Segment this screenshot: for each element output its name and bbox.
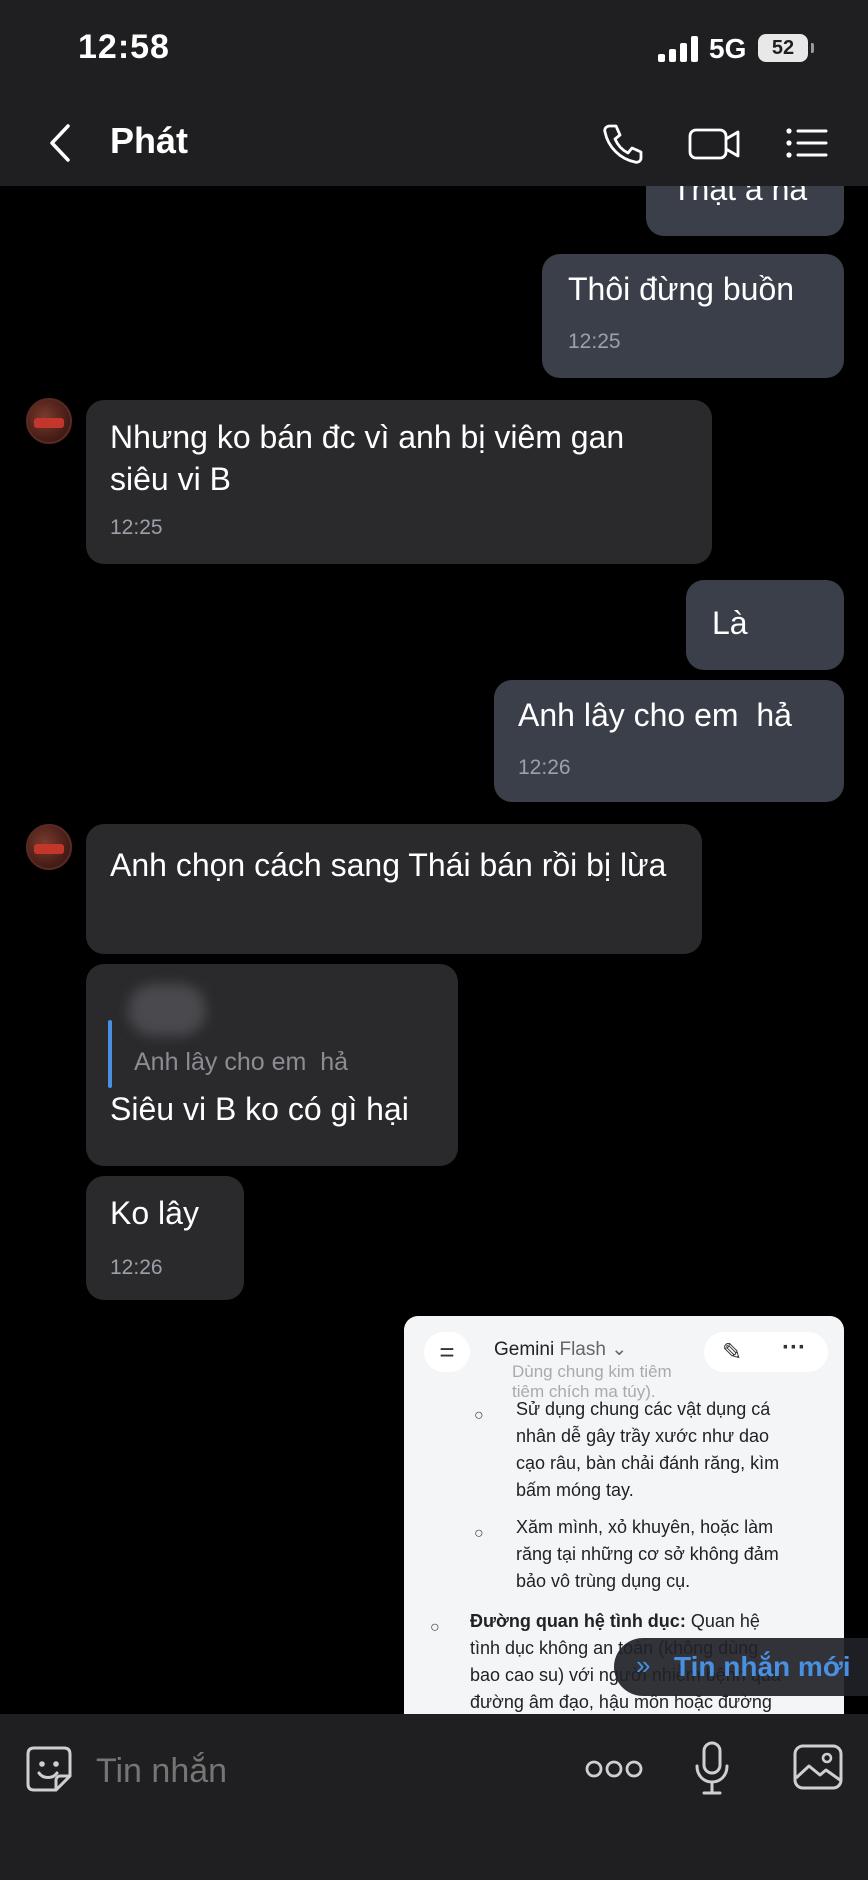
reply-indicator [108,1020,112,1088]
video-icon[interactable] [686,118,744,168]
more-icon[interactable] [584,1754,644,1784]
gemini-toolbar: = Gemini Flash ⌄ ✎ ··· [404,1316,844,1376]
chat-header: Phát [0,100,868,186]
edit-icon: ✎ [722,1339,743,1366]
battery-icon: 52 [758,34,814,62]
double-chevron-down-icon: » [636,1650,651,1680]
bullet-icon: ○ [474,1407,484,1424]
reply-sender-avatar [128,984,206,1036]
bullet-text: Sử dụng chung các vật dụng cá nhân dễ gâ… [516,1399,780,1500]
new-message-button[interactable]: » Tin nhắn mới [614,1638,868,1696]
bullet-text: Xăm mình, xỏ khuyên, hoặc làm răng tại n… [516,1517,779,1591]
bullet-icon: ○ [474,1525,484,1542]
back-icon[interactable] [42,118,78,168]
message-incoming[interactable]: Nhưng ko bán đc vì anh bị viêm gan siêu … [86,400,712,564]
message-input-bar [0,1714,868,1880]
message-list[interactable]: Thật á hả Thôi đừng buồn 12:25 Nhưng ko … [0,186,868,1714]
message-outgoing[interactable]: Là [686,580,844,670]
status-time: 12:58 [78,28,170,66]
signal-icon [658,36,700,62]
avatar[interactable] [26,398,72,444]
message-incoming[interactable]: Anh chọn cách sang Thái bán rồi bị lừa [86,824,702,954]
reply-quote[interactable]: Anh lây cho em hả [134,1048,348,1077]
more-icon: ··· [782,1334,806,1361]
message-incoming-reply[interactable]: Anh lây cho em hả Siêu vi B ko có gì hại [86,964,458,1166]
message-incoming[interactable]: Ko lây 12:26 [86,1176,244,1300]
phone-icon[interactable] [596,118,648,168]
contact-name[interactable]: Phát [110,120,188,162]
message-outgoing[interactable]: Thật á hả [646,186,844,236]
message-outgoing[interactable]: Anh lây cho em hả 12:26 [494,680,844,802]
menu-icon[interactable] [784,118,830,168]
avatar[interactable] [26,824,72,870]
gemini-title: Gemini Flash ⌄ [494,1339,628,1360]
sticker-icon[interactable] [24,1744,74,1794]
chevron-down-icon: ⌄ [611,1339,628,1360]
gemini-actions: ✎ ··· [704,1332,828,1372]
network-type: 5G [709,33,747,64]
mic-icon[interactable] [692,1740,732,1798]
message-outgoing[interactable]: Thôi đừng buồn 12:25 [542,254,844,378]
image-icon[interactable] [792,1742,844,1792]
bullet-icon: ○ [430,1619,440,1636]
status-bar: 12:58 5G 52 [0,0,868,100]
message-input[interactable] [96,1752,476,1791]
hamburger-icon: = [424,1332,470,1372]
